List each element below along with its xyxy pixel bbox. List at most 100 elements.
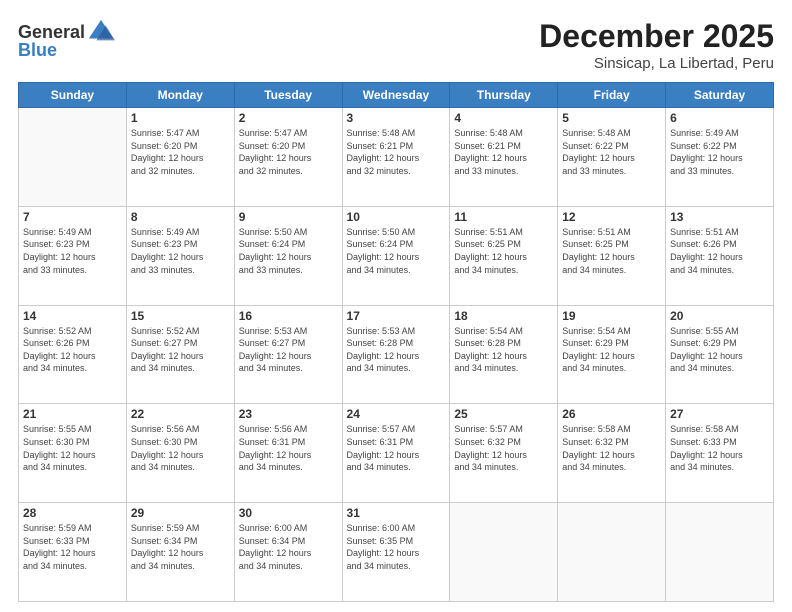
calendar-cell: 26Sunrise: 5:58 AM Sunset: 6:32 PM Dayli… xyxy=(558,404,666,503)
calendar-header-cell: Saturday xyxy=(666,83,774,108)
day-number: 22 xyxy=(131,407,230,421)
calendar-cell: 25 Sunrise: 5:57 AM Sunset: 6:32 PM Dayli… xyxy=(450,404,558,503)
calendar-cell: 21Sunrise: 5:55 AM Sunset: 6:30 PM Dayli… xyxy=(19,404,127,503)
calendar-cell: 19 Sunrise: 5:54 AM Sunset: 6:29 PM Dayli… xyxy=(558,305,666,404)
calendar-cell: 30Sunrise: 6:00 AM Sunset: 6:34 PM Dayli… xyxy=(234,503,342,602)
day-info: Sunrise: 5:51 AM Sunset: 6:26 PM Dayligh… xyxy=(670,226,769,276)
day-info: Sunrise: 5:49 AM Sunset: 6:22 PM Dayligh… xyxy=(670,127,769,177)
logo-icon xyxy=(87,18,115,46)
day-info: Sunrise: 5:58 AM Sunset: 6:33 PM Dayligh… xyxy=(670,423,769,473)
day-info: Sunrise: 5:56 AM Sunset: 6:31 PM Dayligh… xyxy=(239,423,338,473)
calendar-cell: 29Sunrise: 5:59 AM Sunset: 6:34 PM Dayli… xyxy=(126,503,234,602)
day-info: Sunrise: 5:53 AM Sunset: 6:28 PM Dayligh… xyxy=(347,325,446,375)
calendar-cell: 3Sunrise: 5:48 AM Sunset: 6:21 PM Daylig… xyxy=(342,108,450,207)
day-number: 13 xyxy=(670,210,769,224)
day-number: 29 xyxy=(131,506,230,520)
calendar-cell: 6Sunrise: 5:49 AM Sunset: 6:22 PM Daylig… xyxy=(666,108,774,207)
page: General Blue December 2025 Sinsicap, La … xyxy=(0,0,792,612)
calendar-cell: 10 Sunrise: 5:50 AM Sunset: 6:24 PM Dayli… xyxy=(342,206,450,305)
calendar-cell: 24Sunrise: 5:57 AM Sunset: 6:31 PM Dayli… xyxy=(342,404,450,503)
day-number: 19 xyxy=(562,309,661,323)
day-number: 4 xyxy=(454,111,553,125)
calendar-cell: 31 Sunrise: 6:00 AM Sunset: 6:35 PM Dayli… xyxy=(342,503,450,602)
day-number: 9 xyxy=(239,210,338,224)
day-info: Sunrise: 5:58 AM Sunset: 6:32 PM Dayligh… xyxy=(562,423,661,473)
calendar-cell: 20 Sunrise: 5:55 AM Sunset: 6:29 PM Dayli… xyxy=(666,305,774,404)
day-info: Sunrise: 5:51 AM Sunset: 6:25 PM Dayligh… xyxy=(454,226,553,276)
day-number: 20 xyxy=(670,309,769,323)
calendar-cell xyxy=(666,503,774,602)
calendar-header-cell: Thursday xyxy=(450,83,558,108)
day-info: Sunrise: 6:00 AM Sunset: 6:35 PM Dayligh… xyxy=(347,522,446,572)
day-info: Sunrise: 5:48 AM Sunset: 6:22 PM Dayligh… xyxy=(562,127,661,177)
day-number: 16 xyxy=(239,309,338,323)
day-number: 27 xyxy=(670,407,769,421)
calendar-cell: 15 Sunrise: 5:52 AM Sunset: 6:27 PM Dayli… xyxy=(126,305,234,404)
calendar-header-row: SundayMondayTuesdayWednesdayThursdayFrid… xyxy=(19,83,774,108)
day-number: 8 xyxy=(131,210,230,224)
logo: General Blue xyxy=(18,18,115,61)
calendar-cell: 27 Sunrise: 5:58 AM Sunset: 6:33 PM Dayli… xyxy=(666,404,774,503)
day-info: Sunrise: 5:49 AM Sunset: 6:23 PM Dayligh… xyxy=(131,226,230,276)
calendar-cell: 23 Sunrise: 5:56 AM Sunset: 6:31 PM Dayli… xyxy=(234,404,342,503)
calendar-cell: 1 Sunrise: 5:47 AM Sunset: 6:20 PM Daylig… xyxy=(126,108,234,207)
calendar-week-row: 1 Sunrise: 5:47 AM Sunset: 6:20 PM Daylig… xyxy=(19,108,774,207)
day-info: Sunrise: 6:00 AM Sunset: 6:34 PM Dayligh… xyxy=(239,522,338,572)
calendar-cell xyxy=(450,503,558,602)
calendar-header-cell: Monday xyxy=(126,83,234,108)
day-info: Sunrise: 5:50 AM Sunset: 6:24 PM Dayligh… xyxy=(239,226,338,276)
calendar-cell: 14 Sunrise: 5:52 AM Sunset: 6:26 PM Dayli… xyxy=(19,305,127,404)
day-info: Sunrise: 5:55 AM Sunset: 6:30 PM Dayligh… xyxy=(23,423,122,473)
day-info: Sunrise: 5:52 AM Sunset: 6:26 PM Dayligh… xyxy=(23,325,122,375)
day-info: Sunrise: 5:47 AM Sunset: 6:20 PM Dayligh… xyxy=(239,127,338,177)
day-number: 24 xyxy=(347,407,446,421)
header: General Blue December 2025 Sinsicap, La … xyxy=(18,18,774,72)
day-number: 14 xyxy=(23,309,122,323)
calendar-cell: 22 Sunrise: 5:56 AM Sunset: 6:30 PM Dayli… xyxy=(126,404,234,503)
day-number: 10 xyxy=(347,210,446,224)
calendar-cell: 9 Sunrise: 5:50 AM Sunset: 6:24 PM Daylig… xyxy=(234,206,342,305)
day-number: 1 xyxy=(131,111,230,125)
day-info: Sunrise: 5:47 AM Sunset: 6:20 PM Dayligh… xyxy=(131,127,230,177)
calendar-cell: 18Sunrise: 5:54 AM Sunset: 6:28 PM Dayli… xyxy=(450,305,558,404)
day-info: Sunrise: 5:50 AM Sunset: 6:24 PM Dayligh… xyxy=(347,226,446,276)
calendar-cell: 16 Sunrise: 5:53 AM Sunset: 6:27 PM Dayli… xyxy=(234,305,342,404)
day-info: Sunrise: 5:54 AM Sunset: 6:28 PM Dayligh… xyxy=(454,325,553,375)
calendar-cell: 12Sunrise: 5:51 AM Sunset: 6:25 PM Dayli… xyxy=(558,206,666,305)
calendar-cell: 28 Sunrise: 5:59 AM Sunset: 6:33 PM Dayli… xyxy=(19,503,127,602)
day-info: Sunrise: 5:55 AM Sunset: 6:29 PM Dayligh… xyxy=(670,325,769,375)
day-info: Sunrise: 5:49 AM Sunset: 6:23 PM Dayligh… xyxy=(23,226,122,276)
day-number: 11 xyxy=(454,210,553,224)
calendar-header-cell: Friday xyxy=(558,83,666,108)
calendar-header-cell: Wednesday xyxy=(342,83,450,108)
day-number: 31 xyxy=(347,506,446,520)
day-info: Sunrise: 5:56 AM Sunset: 6:30 PM Dayligh… xyxy=(131,423,230,473)
day-number: 7 xyxy=(23,210,122,224)
day-number: 25 xyxy=(454,407,553,421)
calendar-body: 1 Sunrise: 5:47 AM Sunset: 6:20 PM Daylig… xyxy=(19,108,774,602)
calendar-table: SundayMondayTuesdayWednesdayThursdayFrid… xyxy=(18,82,774,602)
day-number: 2 xyxy=(239,111,338,125)
calendar-cell: 4 Sunrise: 5:48 AM Sunset: 6:21 PM Daylig… xyxy=(450,108,558,207)
day-info: Sunrise: 5:51 AM Sunset: 6:25 PM Dayligh… xyxy=(562,226,661,276)
day-number: 15 xyxy=(131,309,230,323)
calendar-cell: 11 Sunrise: 5:51 AM Sunset: 6:25 PM Dayli… xyxy=(450,206,558,305)
calendar-cell: 7 Sunrise: 5:49 AM Sunset: 6:23 PM Daylig… xyxy=(19,206,127,305)
calendar-header-cell: Sunday xyxy=(19,83,127,108)
day-number: 17 xyxy=(347,309,446,323)
calendar-cell: 8 Sunrise: 5:49 AM Sunset: 6:23 PM Daylig… xyxy=(126,206,234,305)
day-number: 23 xyxy=(239,407,338,421)
day-info: Sunrise: 5:53 AM Sunset: 6:27 PM Dayligh… xyxy=(239,325,338,375)
location: Sinsicap, La Libertad, Peru xyxy=(539,55,774,72)
calendar-cell xyxy=(19,108,127,207)
day-info: Sunrise: 5:54 AM Sunset: 6:29 PM Dayligh… xyxy=(562,325,661,375)
calendar-week-row: 21Sunrise: 5:55 AM Sunset: 6:30 PM Dayli… xyxy=(19,404,774,503)
day-number: 3 xyxy=(347,111,446,125)
calendar-cell: 13 Sunrise: 5:51 AM Sunset: 6:26 PM Dayli… xyxy=(666,206,774,305)
day-info: Sunrise: 5:52 AM Sunset: 6:27 PM Dayligh… xyxy=(131,325,230,375)
day-info: Sunrise: 5:48 AM Sunset: 6:21 PM Dayligh… xyxy=(454,127,553,177)
day-info: Sunrise: 5:59 AM Sunset: 6:33 PM Dayligh… xyxy=(23,522,122,572)
title-area: December 2025 Sinsicap, La Libertad, Per… xyxy=(539,18,774,72)
day-number: 28 xyxy=(23,506,122,520)
day-info: Sunrise: 5:57 AM Sunset: 6:32 PM Dayligh… xyxy=(454,423,553,473)
